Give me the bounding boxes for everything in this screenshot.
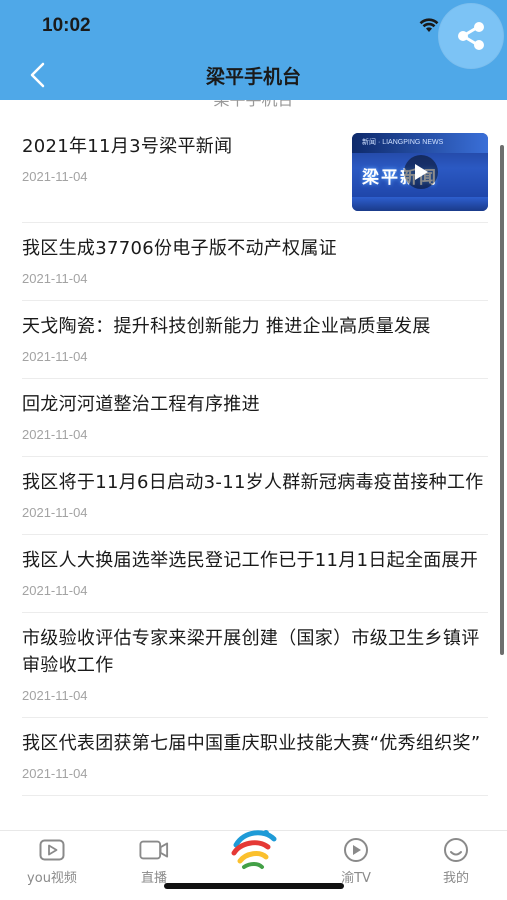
news-date: 2021-11-04 [22,505,88,520]
status-bar: 10:02 [0,0,507,50]
camera-icon [139,837,169,863]
tab-you-video[interactable]: you视频 [12,837,92,887]
partial-scrolled-text: 梁平手机台 [0,100,507,108]
share-icon [458,22,484,50]
news-item[interactable]: 我区人大换届选举选民登记工作已于11月1日起全面展开 2021-11-04 [22,535,488,613]
news-title: 我区将于11月6日启动3-11岁人群新冠病毒疫苗接种工作 [22,472,484,493]
tab-label: 渝TV [341,871,371,886]
news-title: 我区生成37706份电子版不动产权属证 [22,238,337,259]
news-item[interactable]: 我区代表团获第七届中国重庆职业技能大赛“优秀组织奖” 2021-11-04 [22,718,488,796]
news-item[interactable]: 天戈陶瓷：提升科技创新能力 推进企业高质量发展 2021-11-04 [22,301,488,379]
news-item[interactable]: 我区将于11月6日启动3-11岁人群新冠病毒疫苗接种工作 2021-11-04 [22,457,488,535]
tab-home[interactable] [218,817,290,889]
wifi-icon [419,18,439,37]
tab-yu-tv[interactable]: 渝TV [316,837,396,887]
news-date: 2021-11-04 [22,688,88,703]
news-title: 我区人大换届选举选民登记工作已于11月1日起全面展开 [22,550,479,571]
news-item[interactable]: 市级验收评估专家来梁开展创建（国家）市级卫生乡镇评审验收工作 2021-11-0… [22,613,488,718]
tv-play-icon [341,837,371,863]
app-header: 10:02 梁平手机台 [0,0,507,100]
share-button[interactable] [439,4,503,68]
tab-live[interactable]: 直播 [114,837,194,887]
news-title: 天戈陶瓷：提升科技创新能力 推进企业高质量发展 [22,316,431,337]
news-title: 回龙河河道整治工程有序推进 [22,394,260,415]
news-item[interactable]: 回龙河河道整治工程有序推进 2021-11-04 [22,379,488,457]
news-date: 2021-11-04 [22,583,88,598]
status-time: 10:02 [42,15,91,36]
play-icon[interactable] [404,155,438,189]
home-indicator [164,883,344,889]
news-title: 我区代表团获第七届中国重庆职业技能大赛“优秀组织奖” [22,733,481,754]
news-feed[interactable]: 梁平手机台 2021年11月3号梁平新闻 2021-11-04 新闻 · LIA… [0,100,507,830]
tab-label: 我的 [442,871,469,886]
news-date: 2021-11-04 [22,271,88,286]
news-date: 2021-11-04 [22,766,88,781]
tab-label: 直播 [140,871,167,886]
news-list: 2021年11月3号梁平新闻 2021-11-04 新闻 · LIANGPING… [0,125,507,796]
news-date: 2021-11-04 [22,349,88,364]
thumbnail-banner: 新闻 · LIANGPING NEWS [352,133,488,153]
smile-icon [441,837,471,863]
news-title: 市级验收评估专家来梁开展创建（国家）市级卫生乡镇评审验收工作 [22,628,480,676]
page-title: 梁平手机台 [205,66,301,88]
news-title: 2021年11月3号梁平新闻 [22,136,233,157]
tab-label: you视频 [27,871,77,886]
video-play-icon [37,837,67,863]
nav-bar: 梁平手机台 [0,50,507,100]
station-logo-icon [231,830,277,869]
tab-bar: you视频 直播 渝TV 我的 [0,830,507,900]
news-item[interactable]: 我区生成37706份电子版不动产权属证 2021-11-04 [22,223,488,301]
thumbnail-footer [352,197,488,211]
news-thumbnail[interactable]: 新闻 · LIANGPING NEWS 梁平新闻 [352,133,488,211]
news-item[interactable]: 2021年11月3号梁平新闻 2021-11-04 新闻 · LIANGPING… [22,125,488,223]
news-date: 2021-11-04 [22,427,88,442]
tab-mine[interactable]: 我的 [416,837,496,887]
